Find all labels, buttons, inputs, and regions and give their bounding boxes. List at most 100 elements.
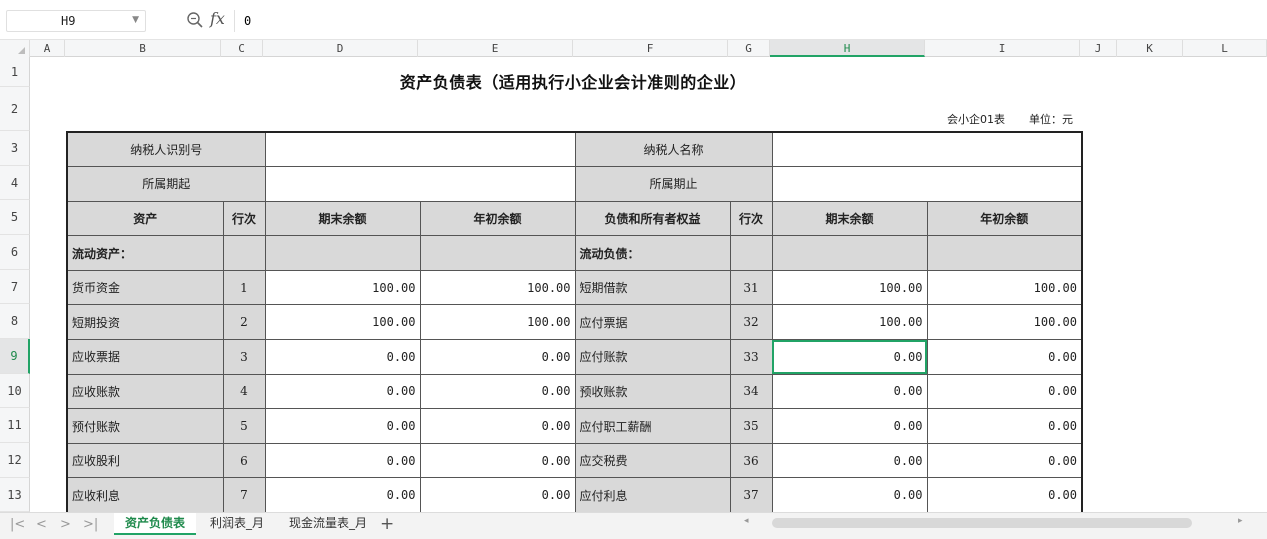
section-current-assets[interactable]: 流动资产：	[66, 235, 224, 271]
period-end-label[interactable]: 所属期止	[574, 166, 773, 202]
begin-balance[interactable]: 0.00	[926, 477, 1083, 512]
column-header-j[interactable]: J	[1080, 40, 1117, 57]
begin-balance[interactable]: 100.00	[926, 269, 1083, 306]
column-header-g[interactable]: G	[728, 40, 770, 57]
line-number[interactable]: 35	[729, 408, 773, 444]
begin-balance[interactable]: 0.00	[926, 339, 1083, 375]
line-number[interactable]: 6	[222, 442, 266, 479]
horizontal-scrollbar[interactable]	[758, 518, 1258, 528]
row-header-7[interactable]: 7	[0, 270, 30, 304]
line-number[interactable]: 1	[222, 269, 266, 306]
tab-balance-sheet[interactable]: 资产负债表	[114, 513, 196, 535]
line-number[interactable]: 33	[729, 339, 773, 375]
liability-name[interactable]: 应付账款	[574, 339, 731, 375]
cell[interactable]	[771, 235, 928, 271]
asset-name[interactable]: 应收账款	[66, 373, 224, 410]
row-header-8[interactable]: 8	[0, 304, 30, 339]
begin-balance[interactable]: 0.00	[419, 477, 576, 512]
row-header-2[interactable]: 2	[0, 87, 30, 131]
liability-name[interactable]: 应付利息	[574, 477, 731, 512]
line-number[interactable]: 31	[729, 269, 773, 306]
begin-balance[interactable]: 0.00	[926, 442, 1083, 479]
line-number[interactable]: 37	[729, 477, 773, 512]
form-code[interactable]: 会小企01表	[947, 111, 1005, 127]
cell[interactable]	[222, 235, 266, 271]
row-header-1[interactable]: 1	[0, 57, 30, 87]
scroll-right-icon[interactable]: ▸	[1238, 516, 1243, 526]
liability-name[interactable]: 应付票据	[574, 304, 731, 341]
period-end-value[interactable]	[771, 166, 1083, 202]
row-header-3[interactable]: 3	[0, 131, 30, 166]
end-balance[interactable]: 0.00	[771, 408, 928, 444]
liability-name[interactable]: 短期借款	[574, 269, 731, 306]
scroll-left-icon[interactable]: ◂	[744, 516, 749, 526]
chevron-down-icon[interactable]: ▼	[132, 15, 139, 25]
liability-name[interactable]: 应交税费	[574, 442, 731, 479]
asset-name[interactable]: 应收利息	[66, 477, 224, 512]
column-header-i[interactable]: I	[925, 40, 1080, 57]
taxpayer-name-label[interactable]: 纳税人名称	[574, 131, 773, 168]
row-header-6[interactable]: 6	[0, 235, 30, 270]
begin-balance[interactable]: 0.00	[419, 373, 576, 410]
end-balance[interactable]: 0.00	[264, 442, 421, 479]
begin-balance[interactable]: 100.00	[419, 269, 576, 306]
taxpayer-id-label[interactable]: 纳税人识别号	[66, 131, 266, 168]
active-cell[interactable]: 0.00	[771, 339, 928, 375]
end-balance[interactable]: 0.00	[264, 477, 421, 512]
column-header-f[interactable]: F	[573, 40, 728, 57]
column-header-h[interactable]: H	[770, 40, 925, 57]
cell[interactable]	[264, 235, 421, 271]
liability-name[interactable]: 应付职工薪酬	[574, 408, 731, 444]
end-balance[interactable]: 0.00	[264, 373, 421, 410]
begin-balance[interactable]: 0.00	[419, 408, 576, 444]
begin-balance[interactable]: 0.00	[926, 408, 1083, 444]
header-assets[interactable]: 资产	[66, 200, 224, 237]
begin-balance[interactable]: 0.00	[419, 442, 576, 479]
line-number[interactable]: 36	[729, 442, 773, 479]
header-end-balance[interactable]: 期末余额	[264, 200, 421, 237]
column-header-e[interactable]: E	[418, 40, 573, 57]
header-line[interactable]: 行次	[222, 200, 266, 237]
first-sheet-icon[interactable]: |<	[10, 517, 25, 532]
asset-name[interactable]: 预付账款	[66, 408, 224, 444]
taxpayer-name-value[interactable]	[771, 131, 1083, 168]
sheet-title[interactable]: 资产负债表（适用执行小企业会计准则的企业）	[66, 69, 1080, 93]
next-sheet-icon[interactable]: >	[60, 517, 71, 532]
tab-income-statement[interactable]: 利润表_月	[202, 513, 272, 535]
asset-name[interactable]: 应收股利	[66, 442, 224, 479]
row-header-10[interactable]: 10	[0, 374, 30, 408]
row-header-11[interactable]: 11	[0, 408, 30, 443]
header-begin-balance2[interactable]: 年初余额	[926, 200, 1083, 237]
tab-cash-flow[interactable]: 现金流量表_月	[282, 513, 374, 535]
period-start-label[interactable]: 所属期起	[66, 166, 266, 202]
header-end-balance2[interactable]: 期末余额	[771, 200, 928, 237]
cell[interactable]	[926, 235, 1083, 271]
end-balance[interactable]: 100.00	[771, 304, 928, 341]
line-number[interactable]: 4	[222, 373, 266, 410]
scrollbar-thumb[interactable]	[772, 518, 1192, 528]
begin-balance[interactable]: 100.00	[926, 304, 1083, 341]
column-header-a[interactable]: A	[30, 40, 65, 57]
column-header-k[interactable]: K	[1117, 40, 1183, 57]
period-start-value[interactable]	[264, 166, 576, 202]
row-header-13[interactable]: 13	[0, 478, 30, 512]
end-balance[interactable]: 0.00	[264, 339, 421, 375]
taxpayer-id-value[interactable]	[264, 131, 576, 168]
formula-input[interactable]	[240, 10, 1262, 32]
row-header-5[interactable]: 5	[0, 200, 30, 235]
line-number[interactable]: 7	[222, 477, 266, 512]
end-balance[interactable]: 100.00	[771, 269, 928, 306]
add-sheet-icon[interactable]: +	[380, 514, 394, 534]
asset-name[interactable]: 货币资金	[66, 269, 224, 306]
row-header-12[interactable]: 12	[0, 443, 30, 478]
end-balance[interactable]: 0.00	[771, 442, 928, 479]
end-balance[interactable]: 0.00	[264, 408, 421, 444]
column-header-d[interactable]: D	[263, 40, 418, 57]
name-box[interactable]: H9 ▼	[6, 10, 146, 32]
asset-name[interactable]: 短期投资	[66, 304, 224, 341]
column-header-c[interactable]: C	[221, 40, 263, 57]
select-all-corner[interactable]	[0, 40, 30, 57]
last-sheet-icon[interactable]: >|	[83, 517, 98, 532]
row-header-4[interactable]: 4	[0, 166, 30, 200]
header-begin-balance[interactable]: 年初余额	[419, 200, 576, 237]
